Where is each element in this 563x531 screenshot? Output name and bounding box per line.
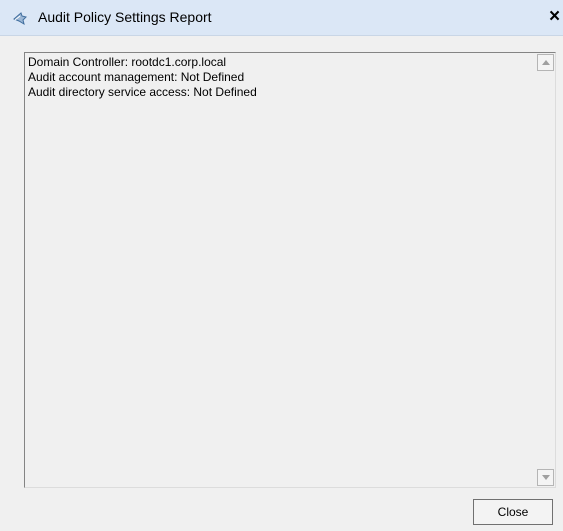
report-textbox[interactable]: Domain Controller: rootdc1.corp.local Au… xyxy=(24,52,556,488)
audit-app-icon xyxy=(12,10,28,26)
window-close-icon[interactable]: × xyxy=(546,4,563,30)
close-button[interactable]: Close xyxy=(473,499,553,525)
title-bar[interactable]: Audit Policy Settings Report × xyxy=(0,0,563,36)
scroll-up-icon[interactable] xyxy=(537,54,554,71)
scroll-down-icon[interactable] xyxy=(537,469,554,486)
audit-report-window: Audit Policy Settings Report × Domain Co… xyxy=(0,0,563,531)
vertical-scrollbar[interactable] xyxy=(537,54,554,486)
report-content: Domain Controller: rootdc1.corp.local Au… xyxy=(28,55,257,99)
window-title: Audit Policy Settings Report xyxy=(38,9,212,25)
